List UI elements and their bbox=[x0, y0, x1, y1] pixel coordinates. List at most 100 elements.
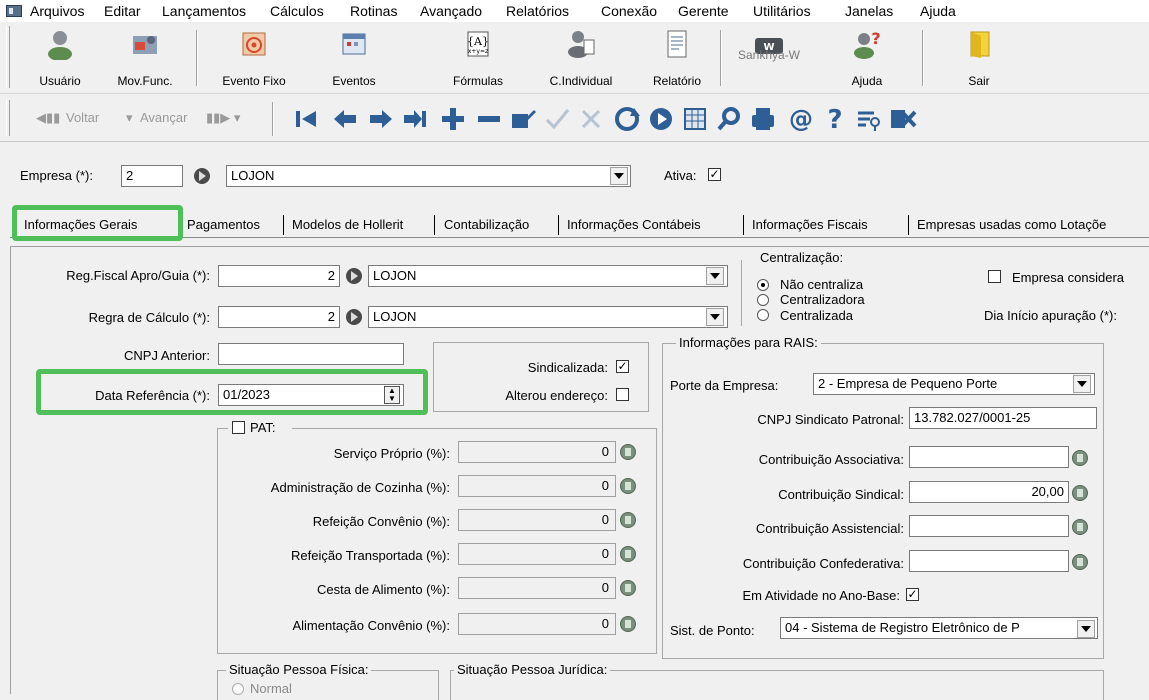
pat-input-refeicao-transportada[interactable]: 0 bbox=[458, 543, 616, 565]
cindividual-button[interactable]: C.Individual bbox=[532, 24, 630, 90]
pat-input-cesta-alimento[interactable]: 0 bbox=[458, 577, 616, 599]
tab-pagamentos[interactable]: Pagamentos bbox=[187, 213, 260, 237]
contrib-assoc-input[interactable] bbox=[909, 446, 1069, 468]
tab-contabilizacao[interactable]: Contabilização bbox=[444, 213, 529, 237]
ajuda-button[interactable]: ? Ajuda bbox=[832, 24, 902, 90]
last-record-icon[interactable] bbox=[400, 104, 430, 134]
help-icon[interactable]: ? bbox=[820, 104, 850, 134]
menu-lancamentos[interactable]: Lançamentos bbox=[162, 3, 246, 19]
tab-modelos-hollerit[interactable]: Modelos de Hollerit bbox=[292, 213, 403, 237]
sist-ponto-dropdown-icon[interactable] bbox=[1077, 620, 1095, 638]
edit-icon[interactable] bbox=[508, 104, 538, 134]
ativa-checkbox[interactable]: ✓ bbox=[708, 168, 721, 181]
cancel-icon[interactable] bbox=[576, 104, 606, 134]
movfunc-button[interactable]: Mov.Func. bbox=[104, 24, 186, 90]
cnpj-sindicato-input[interactable]: 13.782.027/0001-25 bbox=[909, 407, 1097, 429]
avancar-button[interactable]: ▾ Avançar ▮▮▶ ▾ bbox=[126, 108, 266, 130]
refresh-icon[interactable] bbox=[612, 104, 642, 134]
calculator-icon[interactable] bbox=[1072, 519, 1088, 535]
radio-nao-centraliza[interactable] bbox=[757, 279, 769, 291]
regra-calc-dropdown-icon[interactable] bbox=[706, 308, 724, 326]
tab-informacoes-gerais[interactable]: Informações Gerais bbox=[24, 213, 137, 237]
toolbar-grip[interactable] bbox=[6, 100, 10, 136]
reg-fiscal-dropdown-icon[interactable] bbox=[706, 267, 724, 285]
close-screen-icon[interactable] bbox=[888, 104, 918, 134]
cnpj-anterior-input[interactable] bbox=[218, 343, 404, 365]
calculator-icon[interactable] bbox=[620, 616, 636, 632]
empresa-code-input[interactable]: 2 bbox=[121, 165, 183, 187]
tab-empresas-lotacoes[interactable]: Empresas usadas como Lotaçõe bbox=[917, 213, 1149, 237]
filter-icon[interactable] bbox=[854, 104, 884, 134]
radio-pf-normal[interactable] bbox=[232, 683, 244, 695]
add-icon[interactable] bbox=[438, 104, 468, 134]
sankhya-button[interactable]: W Sankhya-W bbox=[726, 24, 812, 90]
menu-conexao[interactable]: Conexão bbox=[601, 3, 657, 19]
pat-input-servico-proprio[interactable]: 0 bbox=[458, 441, 616, 463]
radio-centralizadora[interactable] bbox=[757, 294, 769, 306]
sist-ponto-select[interactable]: 04 - Sistema de Registro Eletrônico de P bbox=[780, 617, 1098, 639]
calculator-icon[interactable] bbox=[620, 512, 636, 528]
contrib-assist-input[interactable] bbox=[909, 515, 1069, 537]
lookup-icon[interactable] bbox=[646, 104, 676, 134]
menu-gerente[interactable]: Gerente bbox=[678, 3, 729, 19]
empresa-select[interactable]: LOJON bbox=[226, 165, 631, 187]
confirm-icon[interactable] bbox=[542, 104, 572, 134]
tab-informacoes-contabeis[interactable]: Informações Contábeis bbox=[567, 213, 701, 237]
usuario-button[interactable]: Usuário bbox=[24, 24, 96, 90]
print-icon[interactable] bbox=[748, 104, 778, 134]
pat-input-alimentacao-convenio[interactable]: 0 bbox=[458, 613, 616, 635]
evento-fixo-button[interactable]: Evento Fixo bbox=[206, 24, 302, 90]
calculator-icon[interactable] bbox=[1072, 485, 1088, 501]
reg-fiscal-select[interactable]: LOJON bbox=[368, 265, 728, 287]
pat-checkbox[interactable] bbox=[232, 421, 245, 434]
formulas-button[interactable]: {A} x+y=z Fórmulas bbox=[440, 24, 516, 90]
tab-informacoes-fiscais[interactable]: Informações Fiscais bbox=[752, 213, 868, 237]
calculator-icon[interactable] bbox=[620, 546, 636, 562]
menu-avancado[interactable]: Avançado bbox=[420, 3, 482, 19]
relatorio-button[interactable]: Relatório bbox=[640, 24, 714, 90]
alterou-endereco-checkbox[interactable] bbox=[616, 388, 629, 401]
reg-fiscal-lookup-icon[interactable] bbox=[346, 268, 362, 284]
eventos-button[interactable]: Eventos bbox=[316, 24, 392, 90]
em-atividade-checkbox[interactable]: ✓ bbox=[906, 588, 919, 601]
regra-calc-select[interactable]: LOJON bbox=[368, 306, 728, 328]
regra-calc-lookup-icon[interactable] bbox=[346, 309, 362, 325]
menu-editar[interactable]: Editar bbox=[104, 3, 141, 19]
app-menu-icon[interactable] bbox=[6, 5, 22, 17]
regra-calc-code-input[interactable]: 2 bbox=[218, 306, 340, 328]
contrib-sind-input[interactable]: 20,00 bbox=[909, 481, 1069, 503]
menu-ajuda[interactable]: Ajuda bbox=[920, 3, 956, 19]
grid-view-icon[interactable] bbox=[680, 104, 710, 134]
calculator-icon[interactable] bbox=[620, 444, 636, 460]
calculator-icon[interactable] bbox=[1072, 554, 1088, 570]
email-icon[interactable]: @ bbox=[786, 104, 816, 134]
sair-button[interactable]: Sair bbox=[944, 24, 1014, 90]
menu-utilitarios[interactable]: Utilitários bbox=[753, 3, 811, 19]
menu-calculos[interactable]: Cálculos bbox=[270, 3, 324, 19]
empresa-considera-checkbox[interactable] bbox=[988, 270, 1001, 283]
next-record-icon[interactable] bbox=[366, 104, 396, 134]
first-record-icon[interactable] bbox=[292, 104, 322, 134]
porte-dropdown-icon[interactable] bbox=[1073, 375, 1091, 393]
previous-record-icon[interactable] bbox=[330, 104, 360, 134]
search-icon[interactable] bbox=[714, 104, 744, 134]
empresa-dropdown-icon[interactable] bbox=[610, 167, 628, 185]
contrib-conf-input[interactable] bbox=[909, 550, 1069, 572]
remove-icon[interactable] bbox=[474, 104, 504, 134]
pat-input-refeicao-convenio[interactable]: 0 bbox=[458, 509, 616, 531]
data-ref-input[interactable]: 01/2023 bbox=[218, 384, 404, 406]
calculator-icon[interactable] bbox=[620, 580, 636, 596]
toolbar-grip[interactable] bbox=[6, 26, 10, 88]
data-ref-spinner-icon[interactable]: ▲ ▼ bbox=[384, 386, 400, 404]
calculator-icon[interactable] bbox=[1072, 450, 1088, 466]
porte-select[interactable]: 2 - Empresa de Pequeno Porte bbox=[813, 373, 1095, 395]
menu-janelas[interactable]: Janelas bbox=[845, 3, 893, 19]
empresa-lookup-icon[interactable] bbox=[194, 168, 210, 184]
calculator-icon[interactable] bbox=[620, 478, 636, 494]
pat-input-admin-cozinha[interactable]: 0 bbox=[458, 475, 616, 497]
menu-rotinas[interactable]: Rotinas bbox=[350, 3, 397, 19]
radio-centralizada[interactable] bbox=[757, 309, 769, 321]
menu-relatorios[interactable]: Relatórios bbox=[506, 3, 569, 19]
sindicalizada-checkbox[interactable]: ✓ bbox=[616, 360, 629, 373]
menu-arquivos[interactable]: Arquivos bbox=[30, 3, 84, 19]
